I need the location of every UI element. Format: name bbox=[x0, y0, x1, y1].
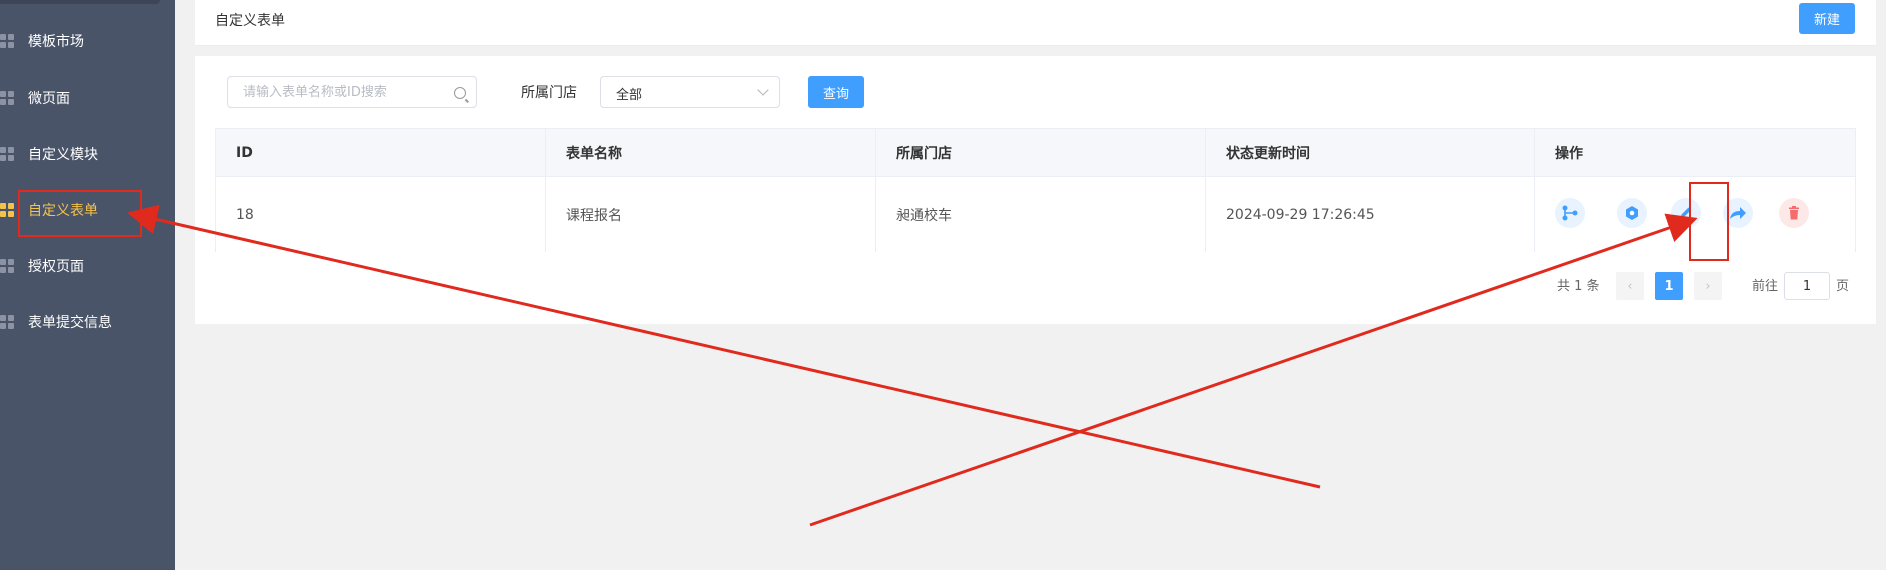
sidebar-item-custom-module[interactable]: 自定义模块 bbox=[0, 140, 175, 168]
column-header-updated: 状态更新时间 bbox=[1206, 129, 1535, 176]
sidebar-item-label: 模板市场 bbox=[28, 34, 84, 50]
settings-hex-icon[interactable] bbox=[1617, 198, 1647, 228]
search-input[interactable] bbox=[228, 77, 448, 107]
store-select-value: 全部 bbox=[616, 88, 643, 103]
sidebar-item-micro-page[interactable]: 微页面 bbox=[0, 84, 175, 112]
delete-trash-icon[interactable] bbox=[1779, 198, 1809, 228]
forms-table: ID 表单名称 所属门店 状态更新时间 操作 18 课程报名 昶通校车 2024… bbox=[215, 128, 1856, 252]
sidebar-item-form-submissions[interactable]: 表单提交信息 bbox=[0, 308, 175, 336]
cell-updated: 2024-09-29 17:26:45 bbox=[1206, 177, 1535, 252]
page-title: 自定义表单 bbox=[215, 13, 285, 29]
sidebar-item-template-market[interactable]: 模板市场 bbox=[0, 27, 175, 55]
table-row: 18 课程报名 昶通校车 2024-09-29 17:26:45 bbox=[216, 177, 1855, 252]
sidebar-item-auth-page[interactable]: 授权页面 bbox=[0, 252, 175, 280]
sidebar-item-label: 授权页面 bbox=[28, 259, 84, 275]
sidebar: 模板市场 微页面 自定义模块 自定义表单 授权页面 表单提交信息 bbox=[0, 0, 175, 570]
highlight-box-edit bbox=[1689, 182, 1729, 261]
page-header: 自定义表单 新建 bbox=[195, 0, 1876, 46]
cell-id: 18 bbox=[216, 177, 546, 252]
grid-icon bbox=[0, 34, 14, 48]
column-header-actions: 操作 bbox=[1555, 145, 1583, 162]
share-tree-icon[interactable] bbox=[1555, 198, 1585, 228]
page-suffix: 页 bbox=[1836, 279, 1850, 294]
highlight-box-sidebar bbox=[18, 190, 142, 237]
grid-icon bbox=[0, 147, 14, 161]
chevron-down-icon bbox=[757, 84, 769, 96]
chevron-left-icon[interactable]: ‹ bbox=[1616, 272, 1644, 300]
sidebar-item-label: 表单提交信息 bbox=[28, 315, 112, 331]
sidebar-item-label: 自定义模块 bbox=[28, 147, 98, 163]
store-filter-label: 所属门店 bbox=[521, 85, 577, 101]
grid-icon bbox=[0, 259, 14, 273]
cell-name: 课程报名 bbox=[546, 177, 876, 252]
column-header-id: ID bbox=[216, 129, 546, 176]
search-box[interactable] bbox=[227, 76, 477, 108]
chevron-right-icon[interactable]: › bbox=[1694, 272, 1722, 300]
store-select[interactable]: 全部 bbox=[600, 76, 780, 108]
grid-icon bbox=[0, 203, 14, 217]
new-button[interactable]: 新建 bbox=[1799, 3, 1855, 34]
table-header: ID 表单名称 所属门店 状态更新时间 操作 bbox=[216, 129, 1855, 177]
column-header-store: 所属门店 bbox=[876, 129, 1206, 176]
goto-page-input[interactable]: 1 bbox=[1784, 272, 1830, 300]
sidebar-top-strip bbox=[0, 0, 160, 4]
cell-store: 昶通校车 bbox=[876, 177, 1206, 252]
page-number-current[interactable]: 1 bbox=[1655, 272, 1683, 300]
grid-icon bbox=[0, 315, 14, 329]
query-button[interactable]: 查询 bbox=[808, 76, 864, 108]
content-card: 所属门店 全部 查询 ID 表单名称 所属门店 状态更新时间 操作 18 课程报… bbox=[195, 56, 1876, 324]
goto-label: 前往 bbox=[1752, 279, 1779, 294]
pagination-total: 共 1 条 bbox=[1557, 279, 1600, 294]
search-icon[interactable] bbox=[454, 87, 466, 99]
column-header-name: 表单名称 bbox=[546, 129, 876, 176]
grid-icon bbox=[0, 91, 14, 105]
sidebar-item-label: 微页面 bbox=[28, 91, 70, 107]
